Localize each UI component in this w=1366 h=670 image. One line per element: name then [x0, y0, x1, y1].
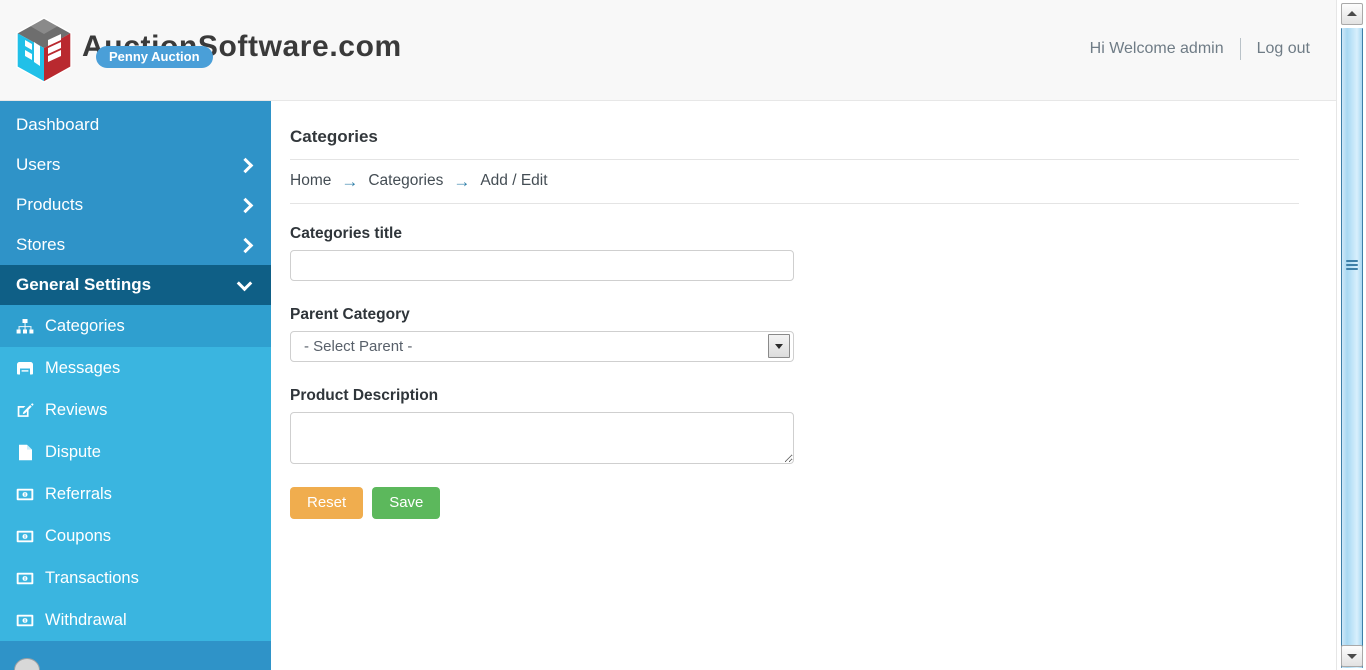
chevron-right-icon	[239, 198, 253, 212]
sidebar-item-dispute[interactable]: Dispute	[0, 431, 271, 473]
sidebar-item-label: Coupons	[45, 526, 112, 545]
chevron-right-icon	[239, 158, 253, 172]
sidebar-item-users[interactable]: Users	[0, 145, 271, 185]
sitemap-icon	[14, 317, 36, 335]
money-bill-icon	[14, 527, 36, 545]
sidebar-item-label: Transactions	[45, 568, 139, 587]
categories-title-input[interactable]	[290, 250, 794, 281]
auction-hexagon-logo-icon	[14, 16, 74, 84]
parent-category-label: Parent Category	[290, 306, 410, 323]
sidebar-item-products[interactable]: Products	[0, 185, 271, 225]
chevron-right-icon	[239, 238, 253, 252]
sidebar-item-label: Withdrawal	[45, 610, 127, 629]
file-icon	[14, 443, 36, 461]
sidebar-item-label: Stores	[16, 235, 66, 254]
sidebar-item-label: General Settings	[16, 275, 152, 294]
sidebar-item-label: Categories	[45, 316, 125, 335]
sidebar-item-categories[interactable]: Categories	[0, 305, 271, 347]
sidebar-item-label: Dispute	[45, 442, 101, 461]
product-description-label: Product Description	[290, 387, 439, 404]
chevron-down-icon[interactable]	[768, 334, 790, 358]
breadcrumb-item-home[interactable]: Home	[290, 172, 331, 190]
scrollbar-grip-icon	[1346, 260, 1358, 273]
form-actions: Reset Save	[290, 487, 1336, 519]
top-header-bar: AuctionSoftware.com Penny Auction Hi Wel…	[0, 0, 1336, 101]
header-divider	[1239, 38, 1241, 60]
sidebar-item-label: Products	[16, 195, 84, 214]
sidebar-item-label: Reviews	[45, 400, 108, 419]
money-bill-icon	[14, 611, 36, 629]
sidebar-item-withdrawal[interactable]: Withdrawal	[0, 599, 271, 641]
category-form: Categories title Parent Category - Selec…	[271, 204, 1336, 519]
sidebar-item-label: Referrals	[45, 484, 112, 503]
edit-square-icon	[14, 401, 36, 419]
sidebar-item-dashboard[interactable]: Dashboard	[0, 101, 271, 145]
logout-link[interactable]: Log out	[1257, 40, 1310, 58]
sidebar-item-messages[interactable]: Messages	[0, 347, 271, 389]
sidebar-item-transactions[interactable]: Transactions	[0, 557, 271, 599]
sidebar-item-label: Users	[16, 155, 61, 174]
categories-title-label: Categories title	[290, 225, 402, 242]
admin-page: AuctionSoftware.com Penny Auction Hi Wel…	[0, 0, 1366, 670]
sidebar-submenu-general-settings: Categories Messages Reviews Dispute Refe…	[0, 305, 271, 641]
reset-button[interactable]: Reset	[290, 487, 364, 519]
breadcrumb-arrow-icon: →	[341, 171, 359, 191]
sidebar-item-label: Dashboard	[16, 115, 100, 134]
scroll-down-arrow-icon[interactable]	[1341, 645, 1363, 667]
sidebar-item-general-settings[interactable]: General Settings	[0, 265, 271, 305]
breadcrumb: Home → Categories → Add / Edit	[290, 160, 1299, 204]
scrollbar-thumb[interactable]	[1341, 28, 1363, 668]
save-button[interactable]: Save	[372, 487, 441, 519]
sidebar-nav: Dashboard Users Products Stores General …	[0, 101, 271, 670]
money-bill-icon	[14, 485, 36, 503]
sidebar-item-referrals[interactable]: Referrals	[0, 473, 271, 515]
scroll-up-arrow-icon[interactable]	[1341, 3, 1363, 25]
breadcrumb-arrow-icon: →	[453, 171, 471, 191]
header-user-area: Hi Welcome admin Log out	[1090, 38, 1310, 60]
breadcrumb-item-categories[interactable]: Categories	[368, 172, 443, 190]
product-description-textarea[interactable]	[290, 412, 794, 464]
brand-badge: Penny Auction	[96, 46, 213, 68]
money-bill-icon	[14, 569, 36, 587]
inbox-icon	[14, 359, 36, 377]
parent-category-selected-value: - Select Parent -	[304, 338, 413, 355]
parent-category-select-wrap: - Select Parent -	[290, 331, 794, 362]
page-title: Categories	[290, 127, 378, 146]
sidebar-partial-icon	[14, 658, 40, 670]
sidebar-item-label: Messages	[45, 358, 121, 377]
page-header: Categories	[290, 101, 1299, 160]
parent-category-select[interactable]: - Select Parent -	[290, 331, 794, 362]
sidebar-item-coupons[interactable]: Coupons	[0, 515, 271, 557]
sidebar-item-reviews[interactable]: Reviews	[0, 389, 271, 431]
breadcrumb-item-add-edit: Add / Edit	[480, 172, 548, 189]
chevron-down-icon	[239, 278, 253, 292]
page-scrollbar[interactable]	[1336, 0, 1366, 670]
welcome-text: Hi Welcome admin	[1089, 40, 1224, 57]
main-content: Categories Home → Categories → Add / Edi…	[271, 101, 1336, 670]
sidebar-item-stores[interactable]: Stores	[0, 225, 271, 265]
